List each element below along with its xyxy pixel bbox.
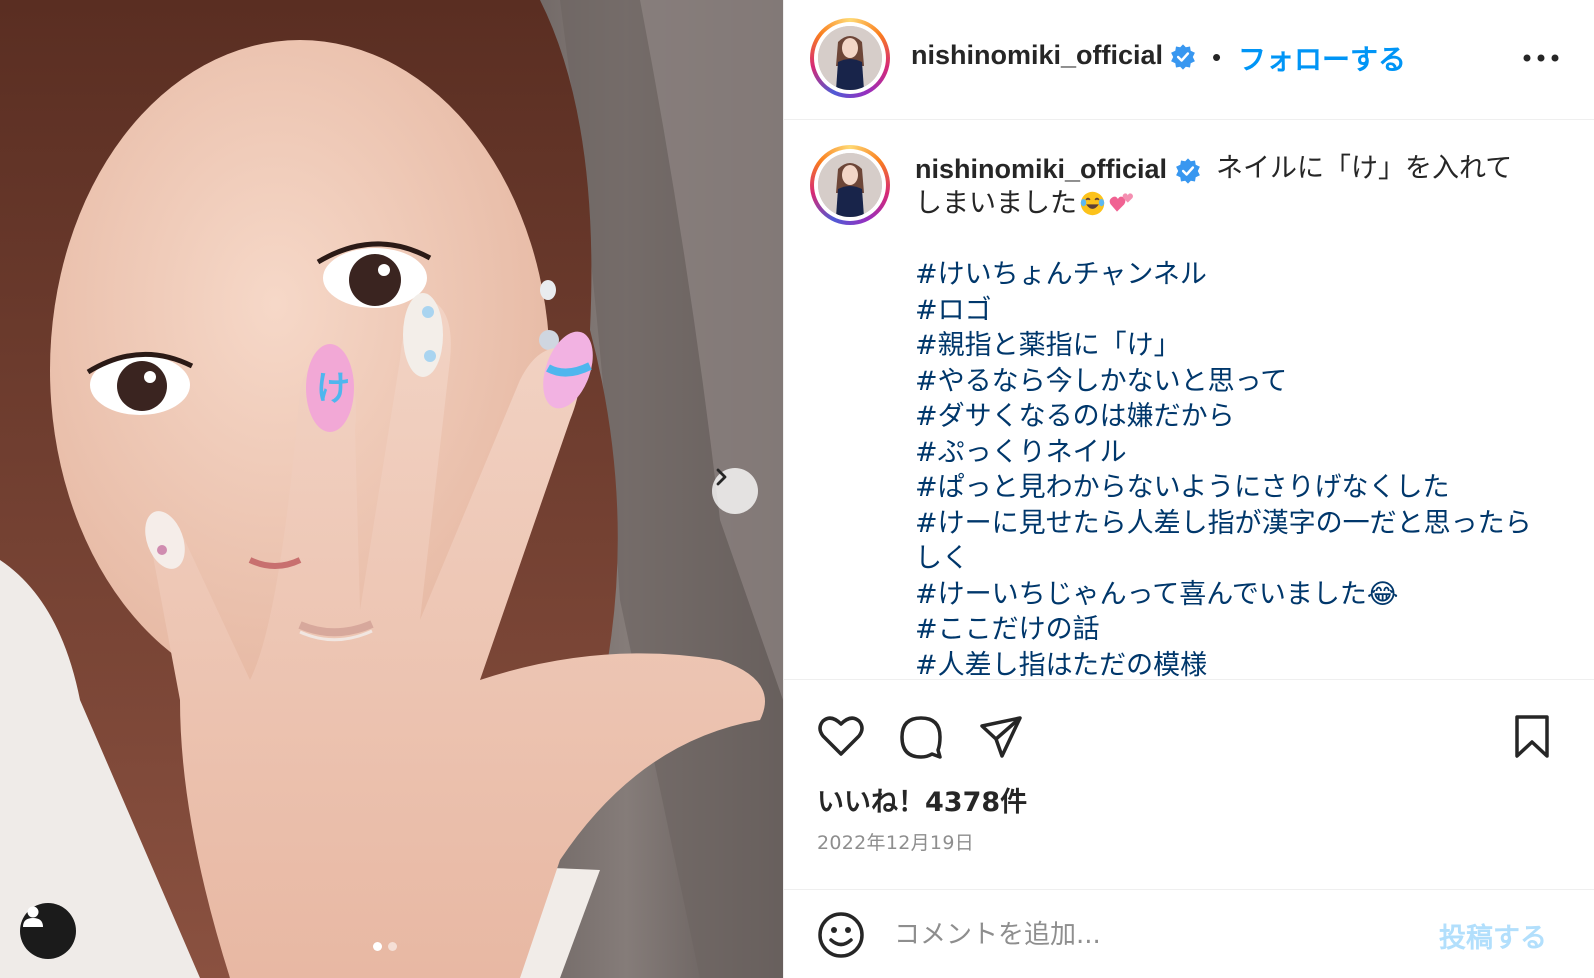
post-header: nishinomiki_official • フォローする bbox=[784, 0, 1594, 120]
avatar-image bbox=[818, 26, 882, 90]
hashtag-link[interactable]: #やるなら今しかないと思って bbox=[915, 364, 1535, 400]
more-horizontal-icon[interactable] bbox=[1519, 44, 1563, 72]
hashtag-link[interactable]: #ぱっと見わからないようにさりげなくした bbox=[915, 470, 1535, 506]
header-username[interactable]: nishinomiki_official bbox=[911, 40, 1163, 71]
hashtag-link[interactable]: #人差し指はただの模様 bbox=[915, 648, 1535, 679]
smiley-icon[interactable] bbox=[817, 911, 865, 959]
caption-text-line2-wrap: しまいました bbox=[915, 186, 1135, 221]
photo-illustration: け bbox=[0, 0, 783, 978]
hashtag-link[interactable]: #けーに見せたら人差し指が漢字の一だと思ったらしく bbox=[915, 506, 1535, 577]
hashtag-link[interactable]: #けーいちじゃんって喜んでいました😂 bbox=[915, 577, 1535, 613]
caption-text-line1: ネイルに「け」を入れて bbox=[1216, 153, 1513, 184]
caption-section: nishinomiki_official ネイルに「け」を入れて しまいました … bbox=[784, 121, 1594, 678]
avatar[interactable] bbox=[810, 18, 890, 98]
two-hearts-icon bbox=[1109, 193, 1134, 212]
caption-username[interactable]: nishinomiki_official bbox=[915, 154, 1167, 185]
carousel-dot-active bbox=[373, 942, 382, 951]
carousel-next-button[interactable] bbox=[712, 468, 758, 514]
share-icon[interactable] bbox=[978, 714, 1024, 760]
comment-bar: 投稿する bbox=[784, 889, 1594, 978]
hashtag-link[interactable]: #ぷっくりネイル bbox=[915, 435, 1535, 471]
chevron-right-icon bbox=[716, 468, 727, 486]
svg-text:け: け bbox=[316, 369, 350, 409]
header-separator: • bbox=[1212, 42, 1222, 72]
hashtag-link[interactable]: #親指と薬指に「け」 bbox=[915, 328, 1535, 364]
avatar-image bbox=[818, 153, 882, 217]
post-detail-panel: nishinomiki_official • フォローする nishinomik… bbox=[783, 0, 1594, 978]
comment-input[interactable] bbox=[894, 912, 1414, 958]
verified-badge-icon bbox=[1171, 44, 1195, 70]
carousel-dot bbox=[388, 942, 397, 951]
post-date[interactable]: 2022年12月19日 bbox=[817, 828, 974, 855]
carousel-indicator bbox=[373, 942, 397, 951]
post-photo[interactable]: け bbox=[0, 0, 783, 978]
bookmark-icon[interactable] bbox=[1512, 714, 1552, 760]
post-comment-button[interactable]: 投稿する bbox=[1439, 916, 1547, 955]
follow-button[interactable]: フォローする bbox=[1238, 38, 1406, 78]
face-with-tears-of-joy-icon bbox=[1080, 191, 1105, 216]
hashtag-list: #けいちょんチャンネル #ロゴ #親指と薬指に「け」 #やるなら今しかないと思っ… bbox=[915, 257, 1535, 678]
post-actions: いいね！4378件 2022年12月19日 bbox=[784, 679, 1594, 889]
hashtag-link[interactable]: #ロゴ bbox=[915, 293, 1535, 329]
tagged-users-button[interactable] bbox=[20, 903, 76, 959]
hashtag-link[interactable]: #ここだけの話 bbox=[915, 612, 1535, 648]
verified-badge-icon bbox=[1176, 158, 1200, 184]
user-icon bbox=[23, 906, 43, 927]
hashtag-link[interactable]: #ダサくなるのは嫌だから bbox=[915, 399, 1535, 435]
heart-icon[interactable] bbox=[817, 714, 865, 758]
comment-icon[interactable] bbox=[898, 714, 944, 760]
caption-text-line2: しまいました bbox=[915, 188, 1077, 219]
caption-avatar[interactable] bbox=[810, 145, 890, 225]
likes-count[interactable]: いいね！4378件 bbox=[817, 780, 1027, 819]
hashtag-link[interactable]: #けいちょんチャンネル bbox=[915, 257, 1535, 293]
